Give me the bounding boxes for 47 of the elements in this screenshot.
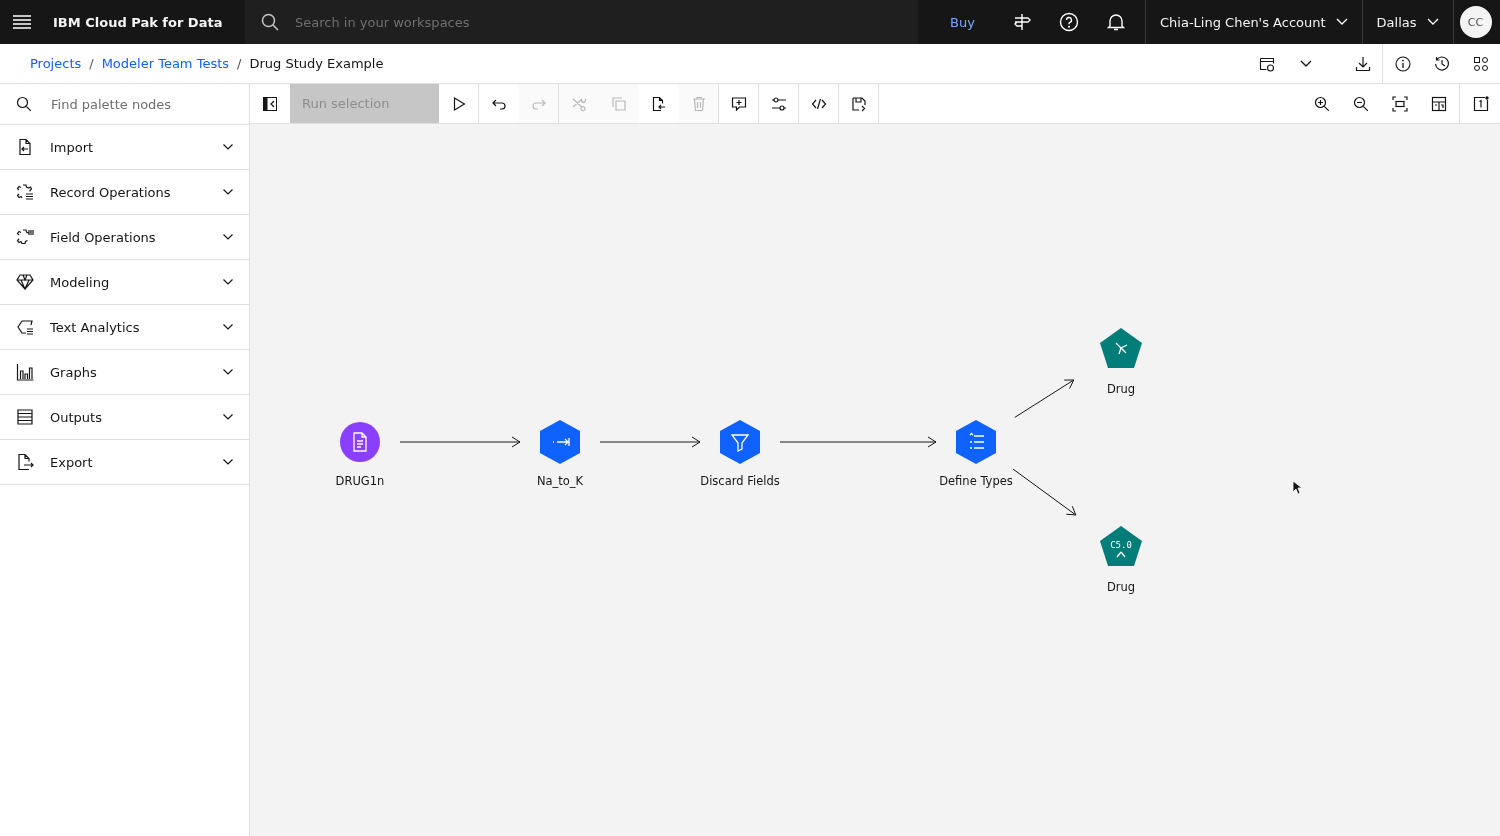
node-label: Na_to_K xyxy=(536,474,584,488)
chevron-down-icon xyxy=(223,279,233,285)
mouse-pointer-icon xyxy=(1292,480,1302,495)
chevron-down-icon xyxy=(1426,18,1439,26)
node-label: DRUG1n xyxy=(335,474,385,488)
export-icon xyxy=(16,453,34,471)
connector-arrow xyxy=(1014,379,1075,418)
process-node-icon[interactable] xyxy=(539,420,581,464)
palette-search-bar[interactable]: Find palette nodes xyxy=(0,84,249,125)
chevron-down-icon xyxy=(223,324,233,330)
bar-chart-icon xyxy=(16,363,34,381)
breadcrumb-item[interactable]: Drug Study Example xyxy=(249,56,384,71)
process-node-icon[interactable] xyxy=(719,420,761,464)
chevron-down-icon xyxy=(223,459,233,465)
chevron-down-icon xyxy=(223,189,233,195)
node-label: Drug xyxy=(1106,580,1136,594)
chevron-down-icon xyxy=(223,414,233,420)
source-node-icon[interactable] xyxy=(339,420,381,464)
chevron-down-icon xyxy=(223,369,233,375)
diamond-icon xyxy=(16,273,34,291)
node-label: Drug xyxy=(1106,382,1136,396)
search-icon xyxy=(16,96,32,112)
search-field[interactable]: Search in your workspaces xyxy=(293,13,797,31)
speech-list-icon xyxy=(16,318,34,336)
palette-search-field[interactable]: Find palette nodes xyxy=(49,95,233,113)
breadcrumb-item[interactable]: Modeler Team Tests xyxy=(101,56,230,71)
breadcrumb-separator: / xyxy=(89,56,94,71)
table-icon xyxy=(16,408,34,426)
node-label: Discard Fields xyxy=(700,474,780,488)
product-name: IBM Cloud Pak for Data xyxy=(53,14,224,30)
node-label: Define Types xyxy=(939,474,1013,488)
connector-arrow xyxy=(1012,468,1077,516)
gear-columns-icon xyxy=(16,228,34,246)
account-switcher[interactable]: Chia-Ling Chen's Account xyxy=(1145,0,1362,44)
chevron-down-icon xyxy=(223,144,233,150)
user-avatar[interactable]: CC xyxy=(1459,6,1492,38)
breadcrumb-item[interactable]: Projects xyxy=(30,56,82,71)
process-node-icon[interactable] xyxy=(955,420,997,464)
chevron-down-icon xyxy=(223,234,233,240)
search-bar[interactable]: Search in your workspaces xyxy=(245,0,918,44)
buy-link[interactable]: Buy xyxy=(950,14,998,30)
breadcrumb-separator: / xyxy=(237,56,242,71)
gear-list-icon xyxy=(16,183,34,201)
import-icon xyxy=(16,138,34,156)
region-switcher[interactable]: Dallas xyxy=(1361,0,1453,44)
search-icon xyxy=(261,13,279,31)
chevron-down-icon xyxy=(1335,18,1348,26)
